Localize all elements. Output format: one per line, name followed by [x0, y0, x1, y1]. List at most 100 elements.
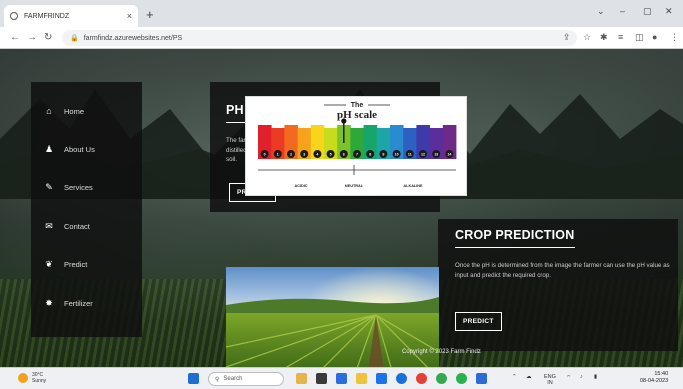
lang-bottom: IN: [547, 380, 553, 386]
envelope-icon: ✉: [45, 220, 53, 231]
sidebar-item-label: About Us: [64, 144, 95, 154]
pencil-icon: ✎: [45, 181, 53, 192]
sun-icon: [18, 373, 28, 383]
tab-favicon-icon: [10, 12, 18, 20]
search-icon: ⚲: [215, 376, 220, 383]
ph-number-label: 2: [290, 153, 292, 157]
ph-scale-graphic: The pH scale 0 1 2 3 4 5 6 7 8 9 10 11 12 13 14 ACIDIC…: [258, 102, 457, 188]
maximize-button[interactable]: ▢: [643, 6, 652, 17]
extension-icon[interactable]: ✱: [600, 32, 608, 43]
sidebar-item-label: Predict: [64, 259, 88, 269]
tab-close-icon[interactable]: ×: [127, 11, 132, 21]
ph-number-label: 13: [434, 153, 438, 157]
sidebar-item-contact[interactable]: ✉ Contact: [42, 219, 90, 233]
browser-tab-bar: FARMFRINDZ × + ⌄ – ▢ ✕: [0, 0, 683, 27]
app-icon[interactable]: [396, 373, 407, 384]
cog-icon: ✸: [45, 297, 53, 308]
language-indicator[interactable]: ENG IN: [544, 374, 556, 386]
ph-number-label: 1: [277, 153, 279, 157]
reload-icon[interactable]: ↻: [44, 32, 52, 43]
reading-list-icon[interactable]: ≡: [618, 32, 623, 42]
ph-number-label: 6: [343, 153, 345, 157]
crop-prediction-card: CROP PREDICTION Once the pH is determine…: [438, 219, 678, 351]
sidebar-item-label: Home: [64, 106, 85, 116]
user-icon: ♟: [44, 143, 54, 154]
ph-number-label: 4: [316, 153, 318, 157]
lock-icon: 🔒: [70, 35, 79, 42]
volume-icon[interactable]: ♪: [580, 374, 583, 380]
ph-number-label: 11: [408, 153, 412, 157]
crop-prediction-description: Once the pH is determined from the image…: [455, 262, 670, 279]
task-view-icon[interactable]: [316, 373, 327, 384]
ph-label-acidic: ACIDIC: [294, 184, 307, 188]
browser-tab[interactable]: FARMFRINDZ ×: [4, 5, 138, 27]
wifi-icon[interactable]: ⌔: [566, 374, 571, 381]
ph-label-neutral: NEUTRAL: [345, 184, 364, 188]
clock-time: 15:40: [654, 371, 669, 377]
title-underline: [455, 247, 575, 248]
close-window-button[interactable]: ✕: [665, 6, 673, 17]
cloud-icon[interactable]: ☁: [526, 374, 532, 380]
sidebar-nav: ⌂ Home ♟ About Us ✎ Services ✉ Contact ❦…: [31, 82, 142, 337]
ph-number-label: 8: [369, 153, 371, 157]
windows-taskbar: 30°C Sunny ⚲ Search ⌃ ☁ ENG IN ⌔ ♪ ▮ 15:…: [0, 367, 683, 389]
ph-number-label: 3: [303, 153, 305, 157]
side-panel-icon[interactable]: ◫: [635, 32, 644, 43]
clock-date: 08-04-2023: [640, 378, 669, 384]
sidebar-item-label: Fertilizer: [64, 298, 93, 308]
leaf-icon: ❦: [45, 258, 53, 269]
share-icon[interactable]: ⇪: [563, 32, 571, 43]
page-viewport: ⌂ Home ♟ About Us ✎ Services ✉ Contact ❦…: [0, 49, 683, 367]
ph-number-label: 9: [382, 153, 384, 157]
url-field[interactable]: 🔒 farmfindz.azurewebsites.net/PS: [62, 30, 577, 46]
star-icon[interactable]: ☆: [583, 32, 591, 43]
back-arrow-icon[interactable]: ←: [10, 32, 20, 43]
tab-search-icon[interactable]: ⌄: [597, 6, 605, 17]
menu-kebab-icon[interactable]: ⋮: [670, 32, 679, 43]
battery-icon[interactable]: ▮: [594, 374, 597, 380]
sidebar-item-label: Contact: [64, 221, 90, 231]
minimize-button[interactable]: –: [620, 6, 625, 16]
home-icon: ⌂: [46, 106, 52, 116]
weather-desc: Sunny: [32, 378, 47, 384]
widgets-icon[interactable]: [296, 373, 307, 384]
taskbar-search[interactable]: ⚲ Search: [208, 372, 284, 386]
sidebar-item-label: Services: [64, 182, 93, 192]
ph-number-label: 14: [447, 153, 451, 157]
ph-number-label: 10: [395, 153, 399, 157]
windows-start-icon[interactable]: [188, 373, 199, 384]
forward-arrow-icon[interactable]: →: [27, 32, 37, 43]
ph-number-label: 12: [421, 153, 425, 157]
search-placeholder: Search: [223, 376, 243, 382]
crop-predict-button[interactable]: PREDICT: [455, 312, 502, 331]
teams-chat-icon[interactable]: [336, 373, 347, 384]
ph-scale-image: The pH scale 0 1 2 3 4 5 6 7 8 9 10 11 12 13 14 ACIDIC…: [245, 96, 467, 196]
weather-widget[interactable]: 30°C Sunny: [18, 372, 46, 384]
sidebar-item-services[interactable]: ✎ Services: [42, 180, 93, 194]
store-icon[interactable]: [376, 373, 387, 384]
tab-title: FARMFRINDZ: [24, 12, 70, 20]
ph-label-alkaline: ALKALINE: [403, 184, 423, 188]
ph-number-label: 5: [330, 153, 332, 157]
new-tab-button[interactable]: +: [146, 7, 154, 22]
crop-prediction-title: CROP PREDICTION: [455, 228, 575, 242]
profile-avatar-icon[interactable]: ●: [652, 32, 657, 42]
spotify-icon[interactable]: [456, 373, 467, 384]
address-bar-row: ← → ↻ 🔒 farmfindz.azurewebsites.net/PS ⇪…: [0, 27, 683, 49]
sidebar-item-predict[interactable]: ❦ Predict: [42, 257, 87, 271]
file-explorer-icon[interactable]: [356, 373, 367, 384]
ph-scale-top-word: The: [351, 102, 364, 109]
word-icon[interactable]: [476, 373, 487, 384]
system-clock[interactable]: 15:40 08-04-2023: [640, 371, 668, 385]
footer-copyright: Copyright © 2023 Farm Findz: [402, 349, 481, 355]
sidebar-item-fertilizer[interactable]: ✸ Fertilizer: [42, 296, 93, 310]
ph-number-label: 7: [356, 153, 358, 157]
ph-number-label: 0: [264, 153, 266, 157]
chrome-icon[interactable]: [416, 373, 427, 384]
ph-pointer-head: [341, 118, 347, 124]
sidebar-item-home[interactable]: ⌂ Home: [42, 104, 84, 118]
edge-icon[interactable]: [436, 373, 447, 384]
sidebar-item-about[interactable]: ♟ About Us: [42, 142, 95, 156]
url-text: farmfindz.azurewebsites.net/PS: [83, 34, 183, 42]
tray-chevron-icon[interactable]: ⌃: [512, 374, 517, 380]
